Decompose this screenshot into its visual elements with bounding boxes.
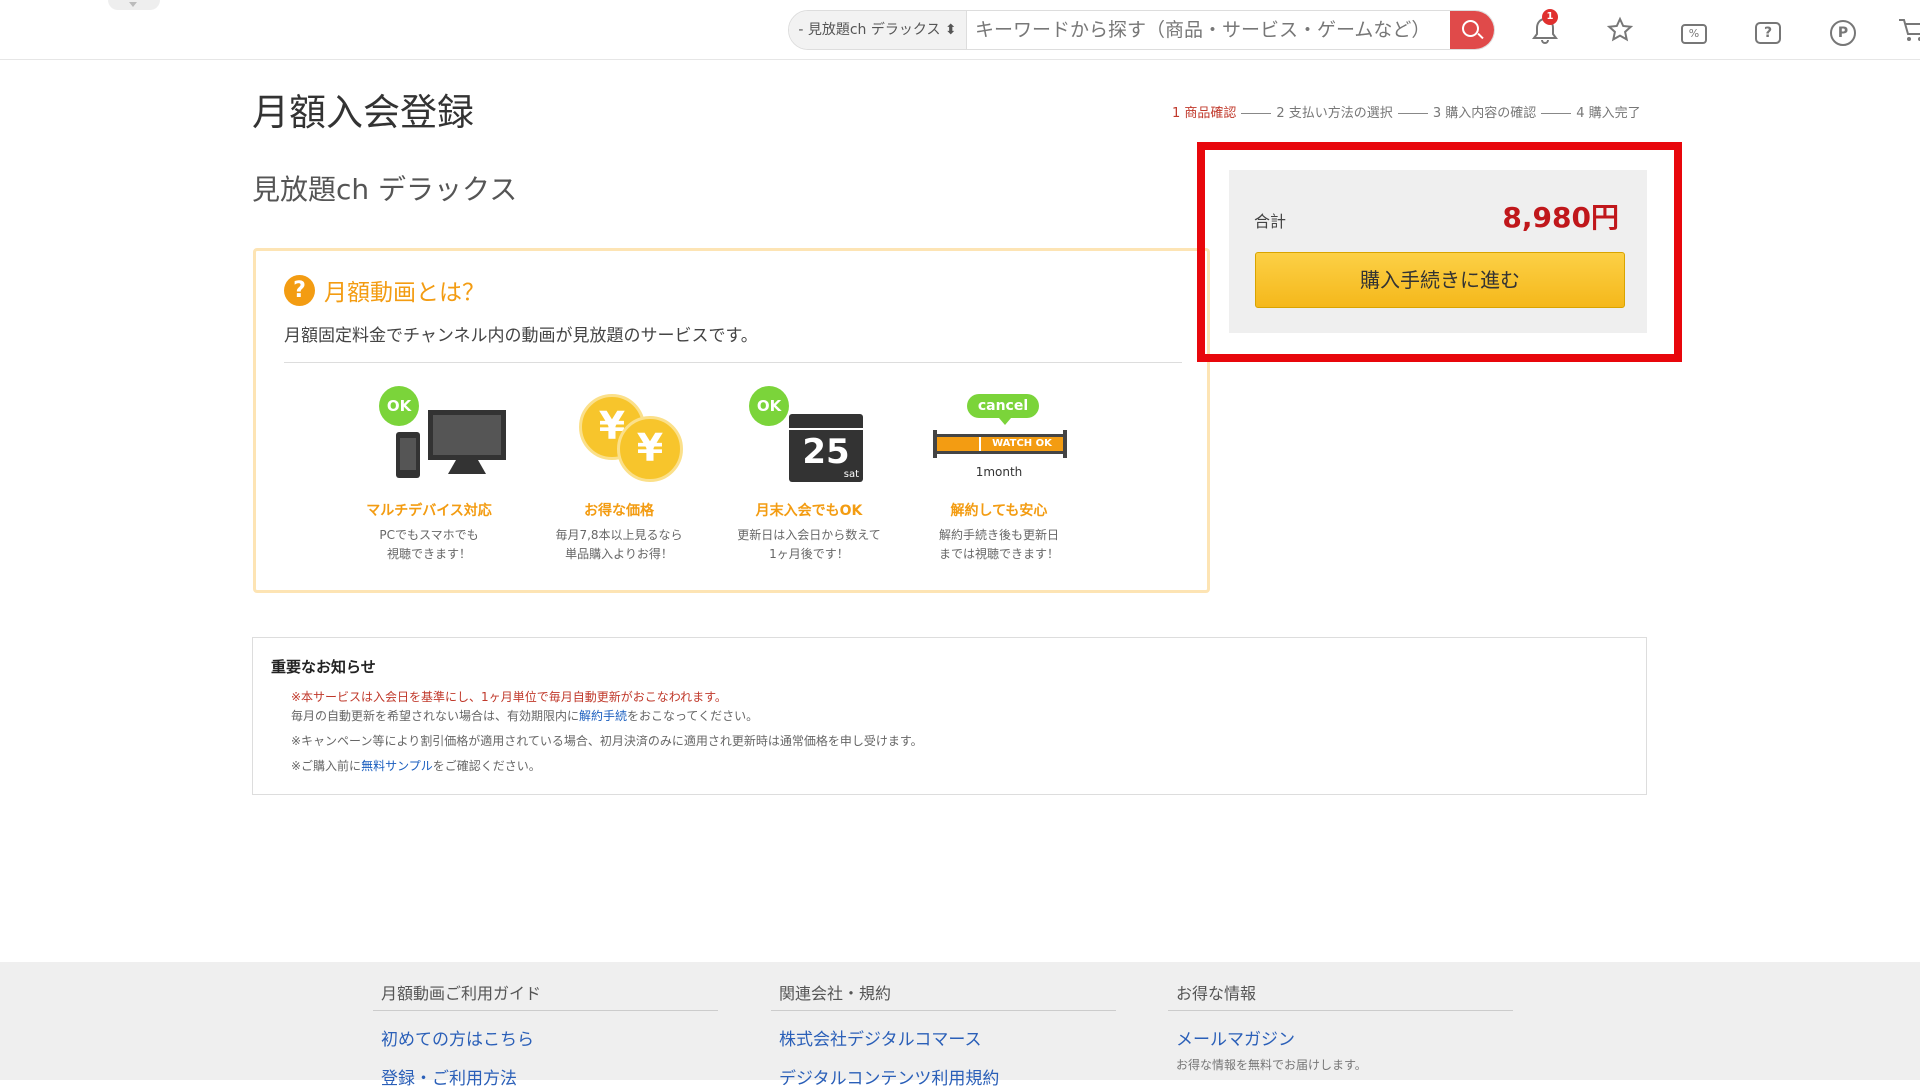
footer-link-terms[interactable]: デジタルコンテンツ利用規約 <box>779 1064 1116 1089</box>
info-description: 月額固定料金でチャンネル内の動画が見放題のサービスです。 <box>284 326 758 346</box>
page-title: 月額入会登録 <box>252 91 474 134</box>
notice-line: ※ご購入前に無料サンプルをご確認ください。 <box>291 759 541 773</box>
cancel-badge-icon: cancel <box>967 394 1039 418</box>
feature-title: お得な価格 <box>584 503 654 519</box>
feature-cancel: cancel WATCH OK 1month 解約しても安心 解約手続き後も更新… <box>909 386 1089 564</box>
footer-link-mail-magazine[interactable]: メールマガジン <box>1176 1025 1513 1050</box>
footer-heading: 関連会社・規約 <box>771 962 1116 1011</box>
step-3: 3 購入内容の確認 <box>1432 106 1537 121</box>
notice-line: ※本サービスは入会日を基準にし、1ヶ月単位で毎月自動更新がおこなわれます。 <box>291 690 727 704</box>
proceed-to-purchase-button[interactable]: 購入手続きに進む <box>1255 252 1625 308</box>
total-label: 合計 <box>1254 212 1287 231</box>
search-bar: - 見放題ch デラックス ⬍ <box>788 10 1495 50</box>
monthly-info-box: ? 月額動画とは？ 月額固定料金でチャンネル内の動画が見放題のサービスです。 O… <box>253 248 1210 593</box>
ok-badge-icon: OK <box>749 386 789 426</box>
search-input[interactable] <box>975 11 1435 49</box>
feature-title: マルチデバイス対応 <box>366 503 492 519</box>
important-notice: 重要なお知らせ ※本サービスは入会日を基準にし、1ヶ月単位で毎月自動更新がおこな… <box>252 637 1647 795</box>
step-1: 1 商品確認 <box>1172 106 1237 121</box>
footer: 月額動画ご利用ガイド 初めての方はこちら 登録・ご利用方法 関連会社・規約 株式… <box>0 962 1920 1089</box>
feature-text: 更新日は入会日から数えて 1ヶ月後です！ <box>737 528 881 561</box>
monitor-phone-icon <box>396 410 506 478</box>
notice-line: ※キャンペーン等により割引価格が適用されている場合、初月決済のみに適用され更新時… <box>291 734 923 748</box>
step-2: 2 支払い方法の選択 <box>1276 106 1393 121</box>
order-summary: 合計 8,980円 購入手続きに進む <box>1229 170 1647 333</box>
feature-price: ¥ ¥ お得な価格 毎月7,8本以上見るなら 単品購入よりお得！ <box>529 386 709 564</box>
footer-heading: お得な情報 <box>1168 962 1513 1011</box>
notification-badge: 1 <box>1542 9 1558 25</box>
search-scope-select[interactable]: - 見放題ch デラックス ⬍ <box>789 11 967 49</box>
point-icon[interactable]: P <box>1828 16 1858 46</box>
watch-period-icon: WATCH OK <box>933 430 1067 458</box>
notice-line: 毎月の自動更新を希望されない場合は、有効期限内に解約手続をおこなってください。 <box>291 709 759 723</box>
feature-text: PCでもスマホでも 視聴できます！ <box>379 528 479 561</box>
feature-text: 毎月7,8本以上見るなら 単品購入よりお得！ <box>555 528 683 561</box>
coupon-icon[interactable]: % <box>1679 16 1709 46</box>
search-icon <box>1462 20 1479 37</box>
progress-steps: 1 商品確認 2 支払い方法の選択 3 購入内容の確認 4 購入完了 <box>1172 102 1641 121</box>
footer-link-first-time[interactable]: 初めての方はこちら <box>381 1025 718 1050</box>
feature-title: 月末入会でもOK <box>755 503 863 519</box>
feature-multidevice: OK マルチデバイス対応 PCでもスマホでも 視聴できます！ <box>339 386 519 564</box>
feature-title: 解約しても安心 <box>950 503 1048 519</box>
divider <box>284 362 1182 363</box>
notice-title: 重要なお知らせ <box>271 658 376 676</box>
calendar-icon: 25 sat <box>789 414 863 482</box>
footer-heading: 月額動画ご利用ガイド <box>373 962 718 1011</box>
free-sample-link[interactable]: 無料サンプル <box>361 759 433 773</box>
footer-col-deals: お得な情報 メールマガジン お得な情報を無料でお届けします。 <box>1168 962 1513 1073</box>
product-name: 見放題ch デラックス <box>252 173 518 206</box>
feature-text: 解約手続き後も更新日 までは視聴できます！ <box>938 528 1059 561</box>
question-icon: ? <box>284 275 315 306</box>
footer-col-guide: 月額動画ご利用ガイド 初めての方はこちら 登録・ご利用方法 <box>373 962 718 1089</box>
step-4: 4 購入完了 <box>1576 106 1641 121</box>
collapse-tab[interactable] <box>108 0 160 10</box>
search-button[interactable] <box>1450 11 1494 49</box>
footer-link-company[interactable]: 株式会社デジタルコマース <box>779 1025 1116 1050</box>
yen-coins-icon: ¥ ¥ <box>529 386 709 496</box>
cart-icon[interactable] <box>1897 16 1920 46</box>
help-icon[interactable]: ? <box>1753 16 1783 46</box>
star-icon[interactable] <box>1605 16 1635 46</box>
top-header: - 見放題ch デラックス ⬍ 1 % ? P <box>0 0 1920 60</box>
total-price: 8,980円 <box>1502 201 1619 234</box>
cancel-procedure-link[interactable]: 解約手続 <box>579 709 627 723</box>
feature-month-end: OK 25 sat 月末入会でもOK 更新日は入会日から数えて 1ヶ月後です！ <box>719 386 899 564</box>
footer-subtext: お得な情報を無料でお届けします。 <box>1176 1058 1367 1072</box>
footer-col-company: 関連会社・規約 株式会社デジタルコマース デジタルコンテンツ利用規約 <box>771 962 1116 1089</box>
info-heading: 月額動画とは？ <box>324 280 485 306</box>
footer-link-registration[interactable]: 登録・ご利用方法 <box>381 1064 718 1089</box>
